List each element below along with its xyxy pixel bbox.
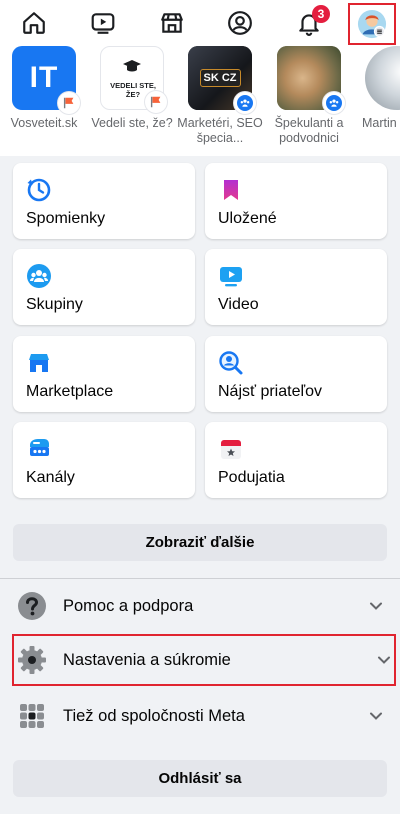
card-label: Skupiny bbox=[26, 296, 83, 313]
profile-thumbnail bbox=[365, 46, 400, 110]
menu-avatar-icon bbox=[357, 9, 386, 39]
shortcut-vosveteit[interactable]: IT Vosveteit.sk bbox=[0, 46, 89, 131]
menu-card-events[interactable]: Podujatia bbox=[205, 422, 387, 498]
page-flag-badge bbox=[58, 92, 80, 114]
channels-icon bbox=[30, 439, 49, 456]
graduation-cap-icon bbox=[123, 60, 141, 72]
top-navigation-bar: 3 bbox=[0, 0, 400, 47]
chevron-down-icon bbox=[378, 656, 390, 664]
card-label: Marketplace bbox=[26, 383, 114, 400]
page-thumbnail: VEDELI STE, ŽE? bbox=[100, 46, 167, 113]
menu-card-channels[interactable]: Kanály bbox=[13, 422, 195, 498]
home-icon bbox=[23, 12, 46, 34]
menu-tab[interactable] bbox=[347, 3, 396, 45]
profile-icon bbox=[228, 11, 253, 35]
flag-icon bbox=[150, 96, 161, 108]
meta-apps-grid-icon bbox=[20, 704, 44, 728]
page-thumbnail: IT bbox=[12, 46, 80, 114]
card-label: Spomienky bbox=[26, 210, 106, 227]
section-label: Tiež od spoločnosti Meta bbox=[63, 706, 245, 725]
logout-button[interactable]: Odhlásiť sa bbox=[13, 760, 387, 797]
home-tab[interactable] bbox=[4, 1, 64, 45]
menu-card-marketplace[interactable]: Marketplace bbox=[13, 336, 195, 412]
groups-icon bbox=[27, 264, 51, 288]
section-also-from-meta[interactable]: Tiež od spoločnosti Meta bbox=[0, 690, 400, 742]
chevron-down-icon bbox=[370, 602, 382, 610]
shortcut-label: Špekulanti a podvodnici bbox=[274, 116, 344, 145]
card-label: Nájsť priateľov bbox=[218, 383, 323, 400]
group-badge bbox=[234, 92, 256, 114]
group-people-icon bbox=[329, 99, 339, 107]
notifications-tab[interactable]: 3 bbox=[279, 1, 339, 45]
section-divider bbox=[0, 578, 400, 579]
shortcut-martin[interactable]: Martin bbox=[352, 46, 400, 131]
shortcut-label: Marketéri, SEO špecia... bbox=[177, 116, 263, 145]
menu-card-saved[interactable]: Uložené bbox=[205, 163, 387, 239]
memories-clock-icon bbox=[27, 178, 51, 202]
marketplace-icon bbox=[160, 13, 183, 33]
shortcut-vedeli-ste[interactable]: VEDELI STE, ŽE? Vedeli ste, že? bbox=[87, 46, 177, 131]
card-label: Video bbox=[218, 296, 259, 313]
video-icon bbox=[91, 13, 115, 34]
shortcuts-strip: IT Vosveteit.sk VEDELI STE, ŽE? Vedeli s… bbox=[0, 46, 400, 156]
chevron-down-icon bbox=[370, 712, 382, 720]
menu-card-find-friends[interactable]: Nájsť priateľov bbox=[205, 336, 387, 412]
shortcut-label: Vedeli ste, že? bbox=[91, 116, 173, 130]
show-more-button[interactable]: Zobraziť ďalšie bbox=[13, 524, 387, 561]
settings-gear-icon bbox=[18, 646, 46, 674]
find-friends-icon bbox=[219, 351, 243, 375]
section-help-support[interactable]: Pomoc a podpora bbox=[0, 580, 400, 632]
group-people-icon bbox=[240, 99, 250, 107]
shortcut-label: Vosveteit.sk bbox=[10, 116, 78, 130]
marketplace-shop-icon bbox=[29, 354, 49, 372]
help-icon bbox=[18, 592, 46, 620]
menu-card-groups[interactable]: Skupiny bbox=[13, 249, 195, 325]
shortcut-spekulanti[interactable]: Špekulanti a podvodnici bbox=[264, 46, 354, 146]
marketplace-tab[interactable] bbox=[142, 1, 202, 45]
section-label: Pomoc a podpora bbox=[63, 596, 194, 615]
group-thumbnail bbox=[277, 46, 345, 114]
profile-tab[interactable] bbox=[210, 1, 270, 45]
events-calendar-icon bbox=[221, 440, 241, 459]
video-play-icon bbox=[220, 267, 242, 287]
card-label: Kanály bbox=[26, 469, 75, 486]
section-label: Nastavenia a súkromie bbox=[63, 650, 231, 669]
flag-icon bbox=[63, 97, 74, 109]
menu-card-video[interactable]: Video bbox=[205, 249, 387, 325]
shortcut-label: Martin bbox=[362, 116, 397, 130]
video-tab[interactable] bbox=[73, 1, 133, 45]
card-label: Uložené bbox=[218, 210, 277, 227]
group-badge bbox=[323, 92, 345, 114]
saved-bookmark-icon bbox=[224, 180, 238, 200]
thumbnail-text: IT bbox=[29, 61, 59, 94]
shortcut-marketeri[interactable]: SK CZ Marketéri, SEO špecia... bbox=[175, 46, 265, 146]
menu-card-memories[interactable]: Spomienky bbox=[13, 163, 195, 239]
section-settings-privacy[interactable]: Nastavenia a súkromie bbox=[12, 634, 396, 686]
group-thumbnail: SK CZ bbox=[188, 46, 256, 114]
thumbnail-text: SK CZ bbox=[199, 69, 241, 87]
card-label: Podujatia bbox=[218, 469, 285, 486]
page-flag-badge bbox=[145, 91, 167, 113]
notification-badge: 3 bbox=[311, 5, 330, 23]
